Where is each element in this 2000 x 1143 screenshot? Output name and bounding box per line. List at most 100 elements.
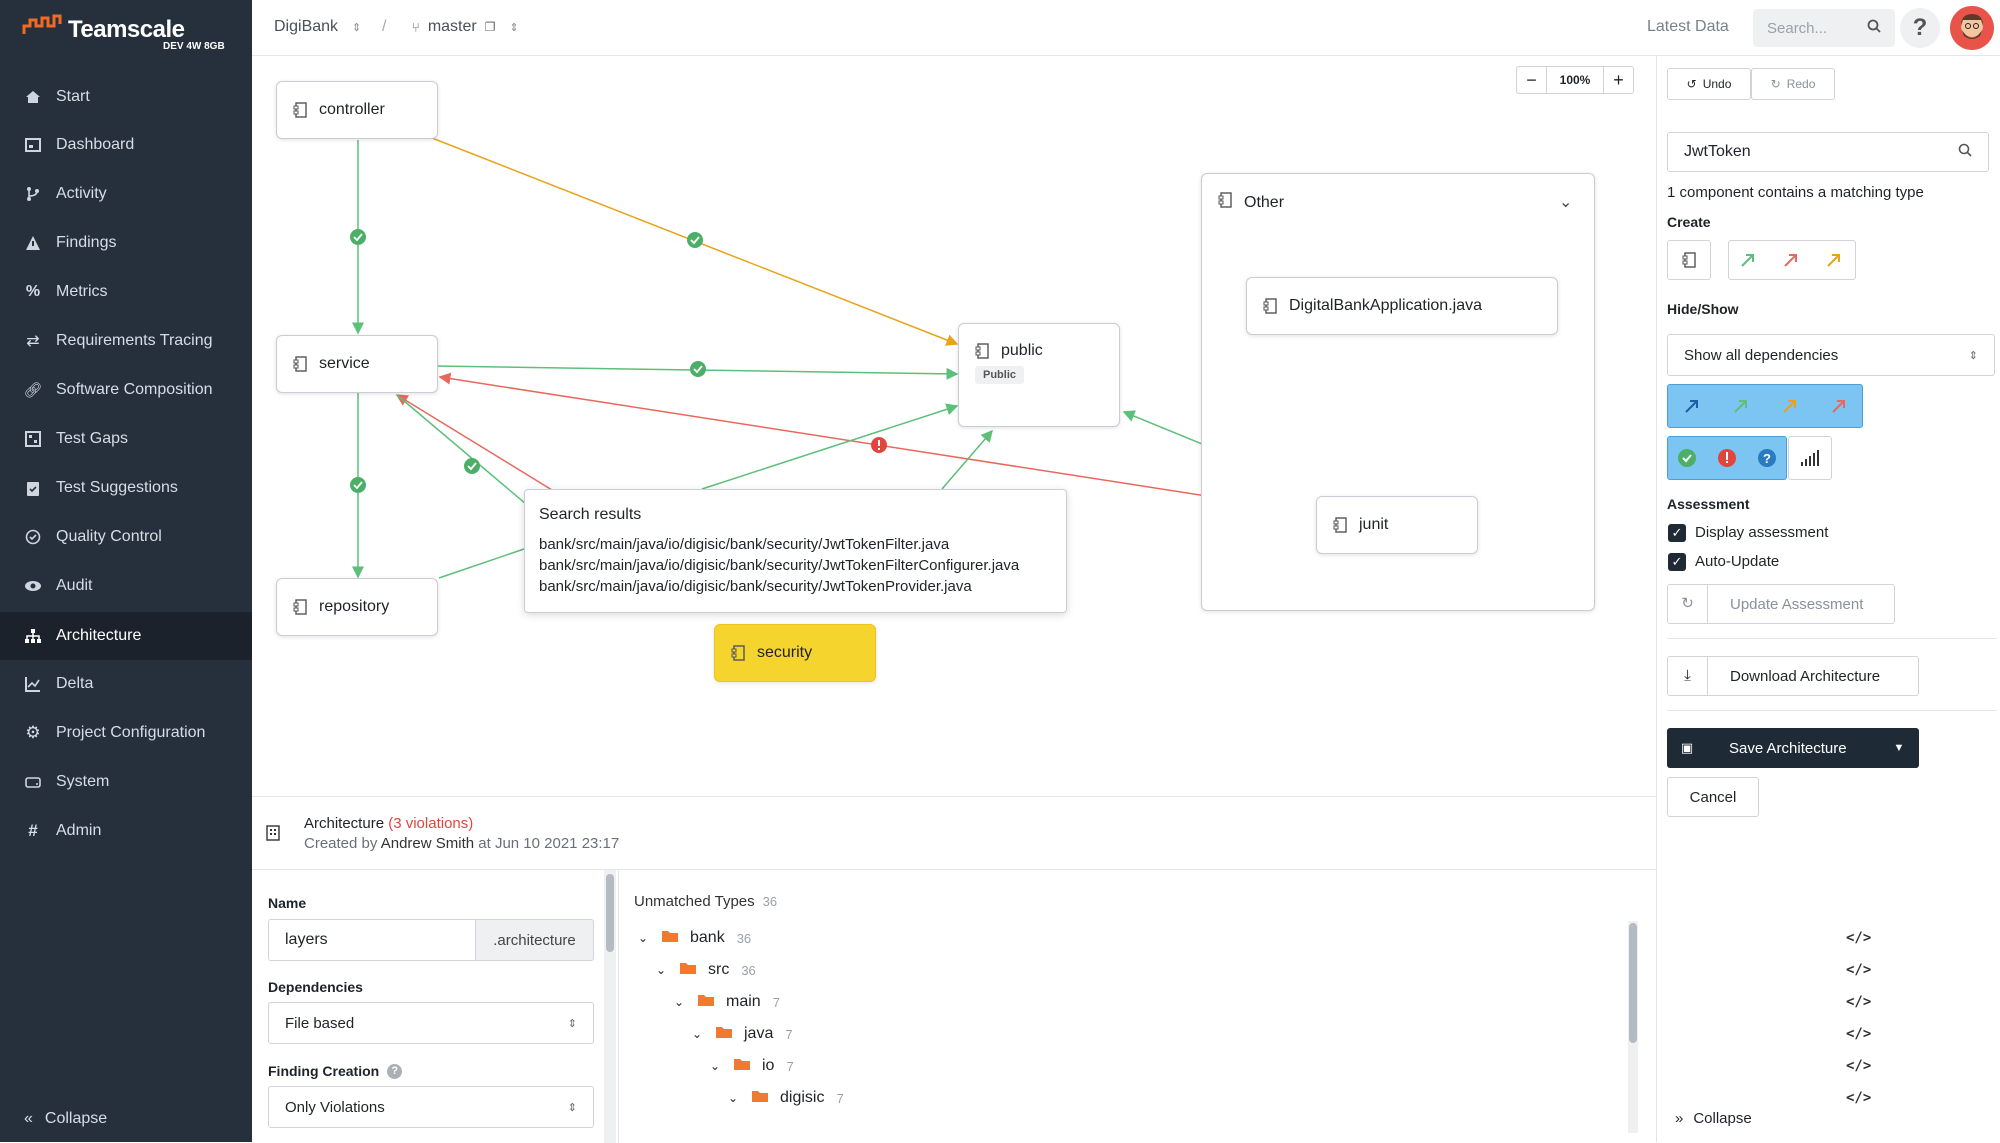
nav-label: Delta <box>56 675 94 692</box>
latest-data-label[interactable]: Latest Data <box>1647 18 1729 36</box>
chevron-down-icon[interactable]: ⌄ <box>728 1091 744 1105</box>
component-security[interactable]: security <box>714 624 876 682</box>
scrollbar-thumb[interactable] <box>606 874 614 952</box>
tree-row[interactable]: ⌄ src 36 <box>656 958 756 982</box>
nav-metrics[interactable]: % Metrics <box>0 269 252 315</box>
search-result-item[interactable]: bank/src/main/java/io/digisic/bank/secur… <box>539 534 1052 555</box>
tree-scrollbar[interactable] <box>1628 921 1638 1133</box>
code-icon[interactable]: </> <box>1846 994 1871 1010</box>
right-collapse-button[interactable]: » Collapse <box>1675 1110 1752 1127</box>
create-forbidden-dependency-button[interactable] <box>1771 240 1811 280</box>
left-scrollbar[interactable] <box>604 870 616 1143</box>
download-label: Download Architecture <box>1730 667 1881 685</box>
update-assessment-button[interactable]: ↻ Update Assessment <box>1667 584 1895 624</box>
tree-row[interactable]: ⌄ java 7 <box>692 1022 793 1046</box>
component-junit[interactable]: junit <box>1316 496 1478 554</box>
code-icon[interactable]: </> <box>1846 1090 1871 1106</box>
nav-requirements-tracing[interactable]: ⇄ Requirements Tracing <box>0 318 252 364</box>
scrollbar-thumb[interactable] <box>1629 923 1637 1043</box>
cancel-label: Cancel <box>1689 788 1737 806</box>
tree-row[interactable]: ⌄ bank 36 <box>638 926 751 950</box>
update-assessment-label: Update Assessment <box>1730 595 1864 613</box>
zoom-out-button[interactable]: − <box>1517 67 1547 93</box>
nav-software-composition[interactable]: 🔗︎ Software Composition <box>0 367 252 413</box>
chevron-down-icon[interactable]: ⌄ <box>710 1059 726 1073</box>
toggle-ok-assessment[interactable] <box>1667 438 1707 478</box>
nav-start[interactable]: Start <box>0 74 252 120</box>
code-icon[interactable]: </> <box>1846 962 1871 978</box>
architecture-title: Architecture (3 violations) <box>304 815 473 832</box>
nav-system[interactable]: System <box>0 759 252 805</box>
cancel-button[interactable]: Cancel <box>1667 777 1759 817</box>
nav-test-suggestions[interactable]: Test Suggestions <box>0 465 252 511</box>
signal-strength-button[interactable] <box>1788 436 1832 480</box>
dependencies-select[interactable]: File based ⇕ <box>268 1002 594 1044</box>
tree-row[interactable]: ⌄ digisic 7 <box>728 1086 844 1110</box>
nav-admin[interactable]: # Admin <box>0 808 252 854</box>
chevron-down-icon[interactable]: ⌄ <box>692 1027 708 1041</box>
create-tolerated-dependency-button[interactable] <box>1814 240 1854 280</box>
nav-dashboard[interactable]: Dashboard <box>0 122 252 168</box>
search-result-item[interactable]: bank/src/main/java/io/digisic/bank/secur… <box>539 555 1052 576</box>
dependency-filter-select[interactable]: Show all dependencies ⇕ <box>1667 334 1995 376</box>
auto-update-checkbox[interactable]: ✓ <box>1668 553 1686 571</box>
component-icon <box>1682 252 1696 268</box>
tree-row[interactable]: ⌄ io 7 <box>710 1054 794 1078</box>
toggle-tolerated-dependency[interactable] <box>1765 384 1814 428</box>
code-icon[interactable]: </> <box>1846 1026 1871 1042</box>
toggle-forbidden-dependency[interactable] <box>1814 384 1863 428</box>
component-search-input[interactable]: JwtToken <box>1667 132 1989 172</box>
component-service[interactable]: service <box>276 335 438 393</box>
search-icon[interactable] <box>1958 143 1972 162</box>
name-input[interactable]: layers <box>268 919 476 961</box>
nav-audit[interactable]: Audit <box>0 563 252 609</box>
teamscale-logo-icon[interactable] <box>22 14 62 43</box>
architecture-canvas[interactable]: − 100% + Other ⌄ controller service repo… <box>252 56 1656 796</box>
nav-findings[interactable]: Findings <box>0 220 252 266</box>
create-allowed-dependency-button[interactable] <box>1728 240 1768 280</box>
component-repository[interactable]: repository <box>276 578 438 636</box>
help-icon[interactable]: ? <box>1900 8 1940 48</box>
zoom-in-button[interactable]: + <box>1603 67 1633 93</box>
tree-label: digisic <box>780 1089 825 1106</box>
toggle-violation-assessment[interactable] <box>1707 438 1747 478</box>
undo-button[interactable]: ↺ Undo <box>1667 68 1751 100</box>
project-selector[interactable]: DigiBank ⇕ <box>274 18 361 36</box>
code-icon[interactable]: </> <box>1846 1058 1871 1074</box>
global-search-input[interactable]: Search... <box>1753 9 1895 47</box>
nav-activity[interactable]: Activity <box>0 171 252 217</box>
toggle-unknown-assessment[interactable]: ? <box>1747 438 1787 478</box>
toggle-allowed-dependency[interactable] <box>1716 384 1765 428</box>
redo-button[interactable]: ↻ Redo <box>1751 68 1835 100</box>
app-name[interactable]: Teamscale <box>68 16 185 44</box>
tree-row[interactable]: ⌄ main 7 <box>674 990 780 1014</box>
nav-project-configuration[interactable]: ⚙ Project Configuration <box>0 710 252 756</box>
avatar[interactable] <box>1950 6 1994 50</box>
chevron-down-icon[interactable]: ⌄ <box>1559 192 1572 212</box>
nav-architecture[interactable]: Architecture <box>0 612 252 660</box>
create-component-button[interactable] <box>1667 240 1711 280</box>
finding-creation-select[interactable]: Only Violations ⇕ <box>268 1086 594 1128</box>
display-assessment-checkbox[interactable]: ✓ <box>1668 524 1686 542</box>
component-digital-bank-application[interactable]: DigitalBankApplication.java <box>1246 277 1558 335</box>
component-icon <box>975 343 989 359</box>
chevron-down-icon[interactable]: ⌄ <box>674 995 690 1009</box>
download-architecture-button[interactable]: ⤓ Download Architecture <box>1667 656 1919 696</box>
branch-selector[interactable]: ⑂ master ❐ ⇕ <box>412 18 519 36</box>
code-icon[interactable]: </> <box>1846 930 1871 946</box>
violations-count[interactable]: (3 violations) <box>388 815 473 832</box>
help-icon[interactable]: ? <box>387 1063 403 1079</box>
nav-delta[interactable]: Delta <box>0 661 252 707</box>
chevron-down-icon[interactable]: ⌄ <box>638 931 654 945</box>
save-architecture-button[interactable]: ▣ Save Architecture ▼ <box>1667 728 1919 768</box>
sidebar-collapse-button[interactable]: « Collapse <box>24 1110 107 1128</box>
nav-test-gaps[interactable]: Test Gaps <box>0 416 252 462</box>
caret-down-icon[interactable]: ▼ <box>1879 742 1919 754</box>
chevron-down-icon[interactable]: ⌄ <box>656 963 672 977</box>
nav-label: Test Suggestions <box>56 479 178 496</box>
search-result-item[interactable]: bank/src/main/java/io/digisic/bank/secur… <box>539 576 1052 597</box>
nav-quality-control[interactable]: Quality Control <box>0 514 252 560</box>
toggle-blue-dependency[interactable] <box>1667 384 1716 428</box>
component-public[interactable]: public Public <box>958 323 1120 427</box>
component-controller[interactable]: controller <box>276 81 438 139</box>
